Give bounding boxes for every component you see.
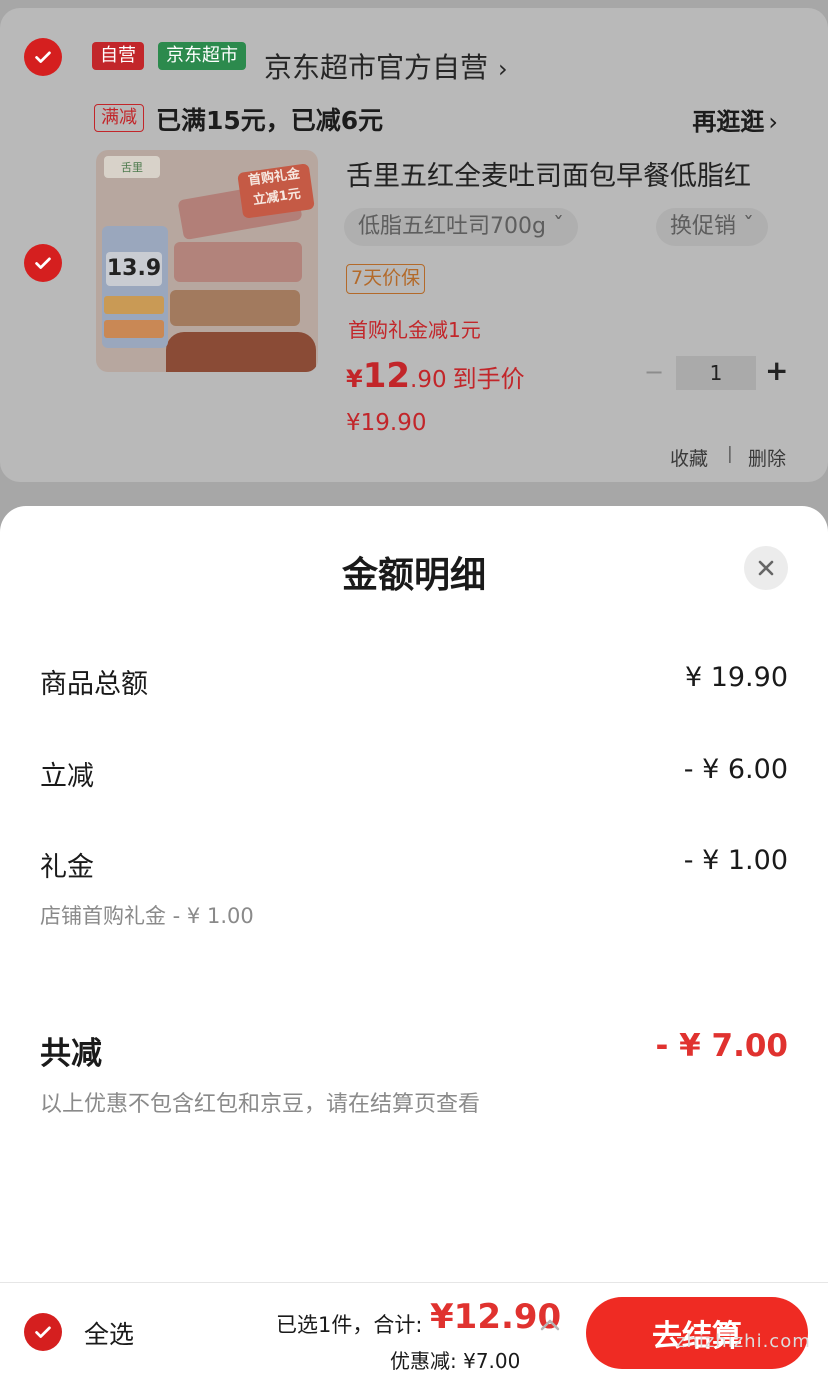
total-discount-label: 共减 — [40, 1036, 102, 1072]
selected-count: 已选1件，合计: — [276, 1313, 423, 1337]
gift-discount-text: 首购礼金减1元 — [348, 318, 481, 342]
product-title[interactable]: 舌里五红全麦吐司面包早餐低脂红 — [346, 154, 796, 193]
item-checkbox[interactable] — [24, 244, 62, 282]
shop-name: 京东超市官方自营 — [264, 51, 489, 84]
instant-discount-label: 立减 — [40, 761, 94, 792]
quantity-decrease-button[interactable]: − — [644, 358, 664, 386]
shop-checkbox[interactable] — [24, 38, 62, 76]
delete-button[interactable]: 删除 — [748, 444, 786, 471]
discount-summary[interactable]: 优惠减: ¥7.00 — [390, 1345, 520, 1374]
select-all-label[interactable]: 全选 — [84, 1315, 134, 1351]
price-guarantee-tag: 7天价保 — [346, 264, 426, 294]
currency-symbol: ¥ — [346, 365, 363, 393]
product-image[interactable]: 舌里 13.9 首购礼金 立减1元 — [96, 150, 318, 372]
promo-text: 已满15元，已减6元 — [156, 106, 384, 135]
self-operated-tag: 自营 — [92, 42, 144, 70]
chevron-right-icon: › — [768, 108, 778, 136]
select-all-checkbox[interactable] — [24, 1313, 62, 1351]
final-price-label: 到手价 — [452, 365, 525, 393]
chevron-up-icon[interactable] — [538, 1317, 562, 1333]
bread-slice — [170, 290, 300, 326]
price-decimal: .90 — [410, 367, 447, 393]
feature-chip — [104, 320, 164, 338]
final-price: ¥12.90 到手价 — [346, 356, 525, 396]
image-badge: 首购礼金 立减1元 — [237, 163, 315, 219]
original-price: ¥19.90 — [346, 410, 427, 436]
quantity-input[interactable]: 1 — [676, 356, 756, 390]
checkout-bar: 全选 已选1件，合计: ¥12.90 优惠减: ¥7.00 去结算 zhizhi… — [0, 1282, 828, 1384]
promo-tag: 满减 — [94, 104, 144, 132]
quantity-increase-button[interactable]: + — [765, 354, 788, 387]
gift-value: - ¥ 1.00 — [683, 845, 788, 876]
image-price: 13.9 — [106, 252, 162, 286]
gift-label: 礼金 — [40, 852, 94, 883]
amount-detail-sheet: 金额明细 商品总额 ¥ 19.90 立减 - ¥ 6.00 礼金 - ¥ 1.0… — [0, 506, 828, 1282]
spec-selector[interactable]: 低脂五红吐司700g ˇ — [344, 208, 578, 246]
action-divider: | — [727, 444, 733, 464]
checkmark-icon — [35, 257, 51, 269]
swap-promo-button[interactable]: 换促销 ˇ — [656, 208, 768, 246]
checkmark-icon — [35, 51, 51, 63]
jd-market-tag: 京东超市 — [158, 42, 246, 70]
favorite-button[interactable]: 收藏 — [670, 444, 708, 471]
shop-more-label: 再逛逛 — [692, 108, 765, 136]
checkmark-icon — [35, 1326, 51, 1338]
instant-discount-value: - ¥ 6.00 — [683, 754, 788, 785]
chevron-right-icon: › — [498, 55, 508, 83]
goods-total-value: ¥ 19.90 — [684, 662, 788, 693]
close-icon — [758, 560, 774, 576]
cart-shop-card: 自营 京东超市 京东超市官方自营 › 满减 已满15元，已减6元 再逛逛 › 舌里 … — [0, 8, 828, 482]
watermark: zhizhizhi.com — [676, 1331, 811, 1352]
total-discount-value: - ¥ 7.00 — [655, 1028, 788, 1064]
shop-name-link[interactable]: 京东超市官方自营 › — [264, 46, 508, 86]
close-button[interactable] — [744, 546, 788, 590]
sheet-title: 金额明细 — [341, 555, 486, 596]
bread-slice — [174, 242, 302, 282]
shop-more-link[interactable]: 再逛逛 › — [692, 102, 778, 137]
price-integer: 12 — [362, 356, 411, 396]
discount-note: 以上优惠不包含红包和京豆，请在结算页查看 — [40, 1092, 481, 1117]
goods-total-label: 商品总额 — [40, 669, 148, 700]
brand-logo: 舌里 — [104, 156, 160, 178]
ingredients-pile — [166, 332, 316, 372]
feature-chip — [104, 296, 164, 314]
gift-detail: 店铺首购礼金 - ¥ 1.00 — [40, 904, 254, 928]
